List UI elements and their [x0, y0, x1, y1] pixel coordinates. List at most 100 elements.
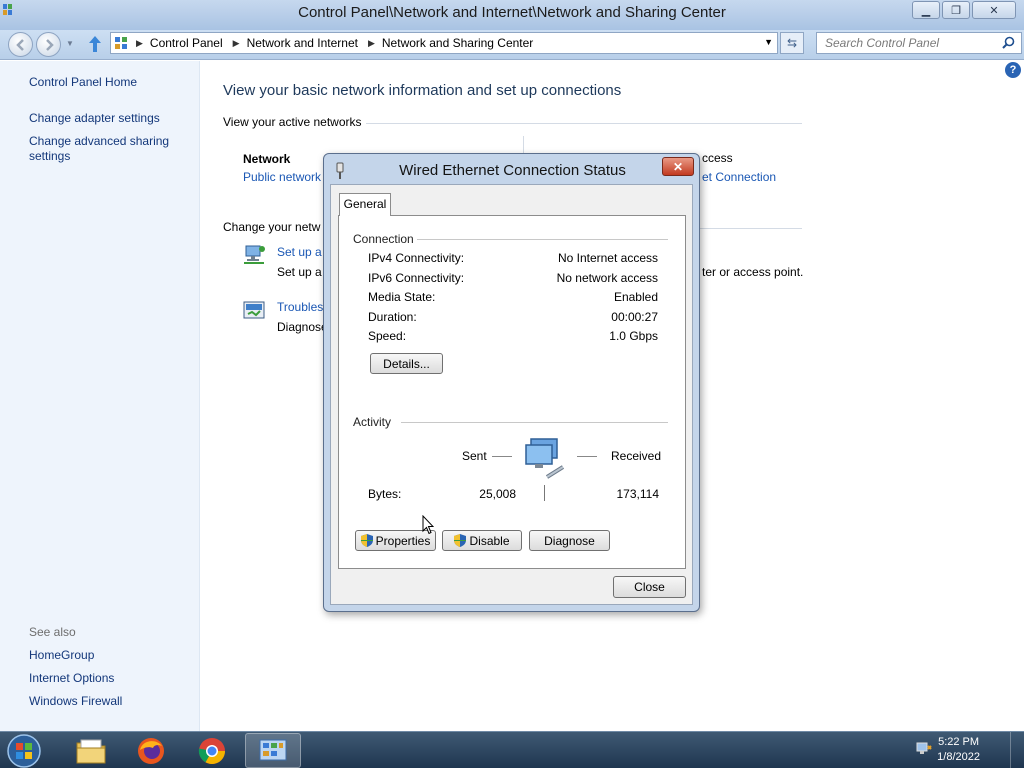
system-clock[interactable]: 5:22 PM 1/8/2022 — [937, 735, 980, 765]
navigation-bar: ▼ ▶ Control Panel ▶ Network and Internet… — [0, 30, 1024, 60]
close-button[interactable]: ✕ — [972, 1, 1016, 19]
close-dialog-button[interactable]: Close — [613, 576, 686, 598]
mouse-cursor-icon — [422, 515, 434, 535]
ipv4-connectivity-label: IPv4 Connectivity: — [368, 251, 465, 265]
dialog-close-button[interactable]: ✕ — [662, 157, 694, 176]
group-divider — [417, 239, 668, 240]
taskbar-explorer[interactable] — [63, 733, 119, 768]
chrome-icon — [198, 737, 226, 764]
network-name: Network — [243, 152, 291, 166]
sidebar-item-control-panel-home[interactable]: Control Panel Home — [29, 75, 137, 90]
refresh-icon: ⇆ — [786, 36, 798, 50]
change-settings-label: Change your netw — [223, 220, 321, 234]
speed-label: Speed: — [368, 329, 407, 343]
taskbar-firefox[interactable] — [123, 733, 179, 768]
group-divider — [401, 422, 668, 423]
sent-label: Sent — [462, 449, 487, 463]
sidebar-item-homegroup[interactable]: HomeGroup — [29, 648, 94, 663]
taskbar-control-panel[interactable] — [245, 733, 301, 768]
search-placeholder: Search Control Panel — [825, 36, 940, 50]
firefox-icon — [138, 737, 164, 764]
start-button[interactable] — [4, 733, 44, 769]
control-panel-icon — [115, 37, 127, 49]
ipv6-connectivity-label: IPv6 Connectivity: — [368, 271, 465, 285]
bytes-label: Bytes: — [368, 487, 402, 501]
sidebar-item-internet-options[interactable]: Internet Options — [29, 671, 114, 686]
connection-status-dialog: Wired Ethernet Connection Status ✕ Gener… — [323, 153, 700, 612]
address-bar[interactable]: ▶ Control Panel ▶ Network and Internet ▶… — [110, 32, 778, 54]
divider — [700, 228, 802, 229]
sidebar-item-windows-firewall[interactable]: Windows Firewall — [29, 694, 122, 709]
window-title: Control Panel\Network and Internet\Netwo… — [298, 4, 726, 21]
disable-label: Disable — [469, 533, 510, 548]
breadcrumb-network-and-internet[interactable]: Network and Internet — [247, 36, 358, 50]
taskbar: 5:22 PM 1/8/2022 — [0, 731, 1024, 769]
recent-pages-dropdown-icon[interactable]: ▼ — [66, 39, 74, 48]
forward-arrow-icon — [46, 39, 54, 51]
properties-label: Properties — [375, 533, 431, 548]
restore-icon: ❐ — [951, 4, 961, 17]
window-titlebar: Control Panel\Network and Internet\Netwo… — [0, 0, 1024, 30]
clock-time: 5:22 PM — [938, 736, 980, 748]
diagnose-button[interactable]: Diagnose — [529, 530, 610, 551]
setup-connection-description: Set up a — [277, 265, 322, 279]
received-label: Received — [611, 449, 662, 463]
network-setup-icon — [244, 245, 265, 264]
sidebar-item-change-adapter-settings[interactable]: Change adapter settings — [29, 111, 160, 126]
back-button[interactable] — [8, 32, 33, 57]
bytes-separator — [544, 485, 545, 501]
active-networks-label: View your active networks — [223, 115, 362, 129]
explorer-icon — [76, 739, 106, 763]
control-panel-icon — [259, 739, 287, 760]
troubleshoot-link[interactable]: Troubles — [277, 300, 323, 314]
close-icon: ✕ — [989, 4, 999, 17]
setup-description-tail: ter or access point. — [702, 265, 804, 279]
troubleshoot-icon — [243, 301, 265, 319]
help-icon[interactable]: ? — [1005, 62, 1021, 78]
clock-date: 1/8/2022 — [937, 751, 980, 763]
disable-button[interactable]: Disable — [442, 530, 522, 551]
received-line — [577, 456, 597, 457]
refresh-button[interactable]: ⇆ — [780, 32, 804, 54]
divider — [366, 123, 802, 124]
troubleshoot-description: Diagnose — [277, 320, 328, 334]
forward-button[interactable] — [36, 32, 61, 57]
duration-label: Duration: — [368, 310, 417, 324]
speed-value: 1.0 Gbps — [609, 329, 658, 343]
network-type-link[interactable]: Public network — [243, 170, 321, 184]
connection-link[interactable]: et Connection — [702, 170, 776, 184]
minimize-button[interactable]: ▁ — [912, 1, 940, 19]
media-state-label: Media State: — [368, 290, 436, 304]
breadcrumb-separator-icon[interactable]: ▶ — [233, 38, 240, 49]
uac-shield-icon — [360, 534, 373, 547]
breadcrumb-network-and-sharing-center[interactable]: Network and Sharing Center — [382, 36, 533, 50]
setup-connection-link[interactable]: Set up a — [277, 245, 322, 259]
maximize-button[interactable]: ❐ — [942, 1, 970, 19]
address-dropdown-icon[interactable]: ▼ — [764, 37, 773, 47]
duration-value: 00:00:27 — [611, 310, 658, 324]
breadcrumb-separator-icon[interactable]: ▶ — [368, 38, 375, 49]
ipv6-connectivity-value: No network access — [556, 271, 658, 285]
search-icon[interactable] — [1002, 36, 1015, 49]
sidebar: Control Panel Home Change adapter settin… — [0, 61, 200, 731]
search-input[interactable]: Search Control Panel — [816, 32, 1022, 54]
close-icon: ✕ — [672, 159, 684, 174]
ipv4-connectivity-value: No Internet access — [557, 251, 658, 265]
breadcrumb-control-panel[interactable]: Control Panel — [150, 36, 223, 50]
minimize-icon: ▁ — [921, 4, 931, 17]
access-type-label: ccess — [702, 151, 733, 165]
up-arrow-icon[interactable] — [88, 35, 102, 53]
sent-line — [492, 456, 512, 457]
show-desktop-button[interactable] — [1010, 732, 1024, 769]
back-arrow-icon — [16, 39, 24, 51]
bytes-received-value: 173,114 — [616, 487, 660, 501]
general-tab-panel: Connection IPv4 Connectivity: No Interne… — [338, 215, 686, 569]
details-button[interactable]: Details... — [370, 353, 443, 374]
taskbar-chrome[interactable] — [184, 733, 240, 768]
dialog-title: Wired Ethernet Connection Status — [399, 162, 626, 179]
sidebar-item-change-advanced-sharing-settings[interactable]: Change advanced sharing settings — [29, 134, 189, 164]
network-tray-icon[interactable] — [915, 740, 933, 758]
dialog-body: General Connection IPv4 Connectivity: No… — [330, 184, 693, 605]
breadcrumb-separator-icon[interactable]: ▶ — [136, 38, 143, 49]
tab-general[interactable]: General — [339, 193, 391, 216]
